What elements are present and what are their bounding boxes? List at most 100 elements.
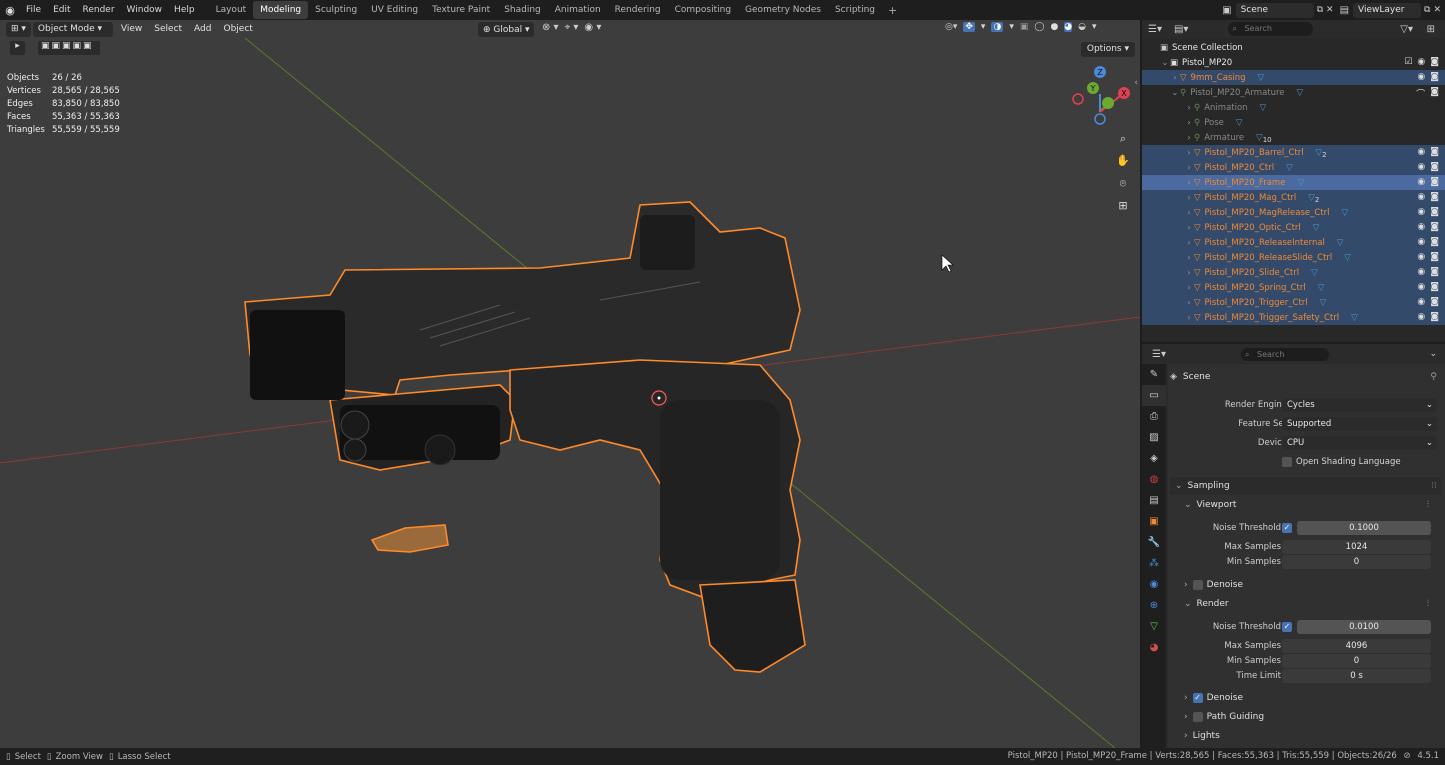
viewport-menu-add[interactable]: Add	[188, 24, 217, 34]
rendered-shading-icon[interactable]: ◒	[1078, 22, 1086, 32]
camera-icon[interactable]: ◙	[1430, 192, 1439, 202]
selection-mode-icons[interactable]: ▣▣▣▣▣	[38, 41, 100, 55]
menu-file[interactable]: File	[20, 0, 47, 20]
r-denoise-checkbox[interactable]: ✓	[1192, 693, 1203, 703]
snap-icon[interactable]: ⌖ ▾	[565, 22, 579, 37]
eye-icon[interactable]: ◉	[1417, 267, 1425, 277]
eye-icon[interactable]: ◉	[1417, 72, 1425, 82]
outliner-row[interactable]: › ▽ Pistol_MP20_Mag_Ctrl ▽ 2 ◉ ◙	[1142, 190, 1445, 205]
eye-icon[interactable]: ◉	[1417, 297, 1425, 307]
data-tab-icon[interactable]: ▽	[1142, 616, 1166, 637]
expand-icon[interactable]: ›	[1184, 148, 1194, 157]
checkbox-icon[interactable]: ☑	[1404, 57, 1412, 67]
sampling-panel-header[interactable]: ⌄ Sampling ⁞⁞	[1170, 477, 1441, 495]
workspace-tab-scripting[interactable]: Scripting	[828, 1, 882, 19]
select-tool-icon[interactable]: ▸	[10, 41, 25, 55]
overlay-toggle-icon[interactable]: ◑	[991, 22, 1004, 32]
camera-icon[interactable]: ◙	[1430, 87, 1439, 100]
expand-icon[interactable]: ›	[1184, 193, 1194, 202]
expand-icon[interactable]: ›	[1184, 298, 1194, 307]
scene-tab-icon[interactable]: ◈	[1142, 448, 1166, 469]
collection-tab-icon[interactable]: ▤	[1142, 490, 1166, 511]
zoom-icon[interactable]: ⌕	[1114, 130, 1132, 148]
eye-icon[interactable]: ◉	[1417, 147, 1425, 157]
options-button[interactable]: Options ▾	[1080, 42, 1135, 57]
eye-icon[interactable]: ◉	[1417, 177, 1425, 187]
gizmo-toggle-icon[interactable]: ✥	[963, 22, 975, 32]
constraints-tab-icon[interactable]: ⊕	[1142, 595, 1166, 616]
outliner-row[interactable]: › ▽ Pistol_MP20_ReleaseSlide_Ctrl ▽ ◉ ◙	[1142, 250, 1445, 265]
outliner-row[interactable]: › ⚲ Animation ▽	[1142, 100, 1445, 115]
expand-icon[interactable]: ›	[1184, 313, 1194, 322]
eye-icon[interactable]: ◉	[1417, 282, 1425, 292]
viewport-menu-view[interactable]: View	[115, 24, 148, 34]
expand-icon[interactable]: ›	[1170, 73, 1180, 82]
expand-icon[interactable]: ›	[1184, 223, 1194, 232]
visibility-icon[interactable]: ◎▾	[945, 22, 957, 32]
r-time-field[interactable]: 0 s	[1282, 669, 1431, 683]
camera-icon[interactable]: ◙	[1430, 177, 1439, 187]
pivot-icon[interactable]: ⊗ ▾	[542, 22, 559, 37]
sidebar-toggle-icon[interactable]: ‹	[1134, 78, 1138, 88]
menu-window[interactable]: Window	[121, 0, 169, 20]
camera-icon[interactable]: ◙	[1430, 72, 1439, 82]
osl-checkbox[interactable]	[1282, 457, 1292, 467]
outliner-row[interactable]: › ▽ Pistol_MP20_Frame ▽ ◉ ◙	[1142, 175, 1445, 190]
workspace-tab-layout[interactable]: Layout	[209, 1, 254, 19]
solid-shading-icon[interactable]: ●	[1050, 22, 1058, 32]
viewlayer-selector[interactable]: ViewLayer	[1353, 2, 1422, 18]
feature-set-select[interactable]: Supported ⌄	[1282, 417, 1437, 431]
outliner-row[interactable]: › ⚲ Armature ▽ 10	[1142, 130, 1445, 145]
material-tab-icon[interactable]: ◕	[1142, 637, 1166, 658]
eye-icon[interactable]: ◉	[1417, 222, 1425, 232]
gizmo-dropdown-icon[interactable]: ▾	[981, 22, 986, 32]
outliner-scene-collection[interactable]: ▣ Scene Collection	[1142, 40, 1445, 55]
osl-row[interactable]: Open Shading Language	[1282, 454, 1442, 470]
outliner-row[interactable]: › ▽ Pistol_MP20_Ctrl ▽ ◉ ◙	[1142, 160, 1445, 175]
tool-tab-icon[interactable]: ✎	[1142, 364, 1166, 385]
camera-icon[interactable]: ◙	[1430, 147, 1439, 157]
expand-icon[interactable]: ›	[1184, 253, 1194, 262]
proportional-edit-icon[interactable]: ◉ ▾	[584, 22, 601, 37]
presets-icon[interactable]: ⫶	[1427, 500, 1429, 510]
outliner-row[interactable]: › ▽ 9mm_Casing ▽ ◉ ◙	[1142, 70, 1445, 85]
new-viewlayer-icon[interactable]: ⧉	[1424, 5, 1430, 15]
workspace-tab-animation[interactable]: Animation	[548, 1, 608, 19]
material-shading-icon[interactable]: ◕	[1064, 22, 1073, 32]
render-subpanel-header[interactable]: ⌄ Render ⫶	[1170, 595, 1441, 613]
viewport-subpanel-header[interactable]: ⌄ Viewport ⫶	[1170, 496, 1441, 514]
r-denoise-header[interactable]: › ✓ Denoise	[1170, 689, 1441, 707]
editor-type-button[interactable]: ⊞ ▾	[6, 21, 31, 37]
viewlayer-icon[interactable]: ▤	[1340, 5, 1349, 16]
physics-tab-icon[interactable]: ◉	[1142, 574, 1166, 595]
vp-denoise-checkbox[interactable]	[1192, 580, 1203, 590]
render-engine-select[interactable]: Cycles ⌄	[1282, 398, 1437, 412]
properties-options-icon[interactable]: ⌄	[1429, 349, 1437, 359]
viewport-menu-select[interactable]: Select	[148, 24, 188, 34]
outliner-row[interactable]: › ▽ Pistol_MP20_Optic_Ctrl ▽ ◉ ◙	[1142, 220, 1445, 235]
workspace-tab-rendering[interactable]: Rendering	[608, 1, 668, 19]
eye-icon[interactable]: ◉	[1417, 252, 1425, 262]
menu-render[interactable]: Render	[77, 0, 121, 20]
outliner-row[interactable]: › ▽ Pistol_MP20_Slide_Ctrl ▽ ◉ ◙	[1142, 265, 1445, 280]
camera-icon[interactable]: ◙	[1430, 222, 1439, 232]
outliner-row[interactable]: › ▽ Pistol_MP20_Trigger_Ctrl ▽ ◉ ◙	[1142, 295, 1445, 310]
shading-dropdown-icon[interactable]: ▾	[1092, 22, 1097, 32]
expand-icon[interactable]: ›	[1184, 208, 1194, 217]
object-tab-icon[interactable]: ▣	[1142, 511, 1166, 532]
xray-icon[interactable]: ▣	[1020, 22, 1029, 32]
expand-icon[interactable]: ⌄	[1160, 58, 1170, 67]
outliner-row[interactable]: › ▽ Pistol_MP20_Trigger_Safety_Ctrl ▽ ◉ ◙	[1142, 310, 1445, 325]
camera-icon[interactable]: ◙	[1430, 237, 1439, 247]
expand-icon[interactable]: ›	[1184, 268, 1194, 277]
outliner-row[interactable]: › ▽ Pistol_MP20_ReleaseInternal ▽ ◉ ◙	[1142, 235, 1445, 250]
vp-denoise-header[interactable]: › Denoise	[1170, 576, 1441, 594]
r-min-field[interactable]: 0	[1282, 654, 1431, 668]
workspace-tab-modeling[interactable]: Modeling	[253, 1, 309, 19]
workspace-tab-sculpting[interactable]: Sculpting	[308, 1, 364, 19]
pan-hand-icon[interactable]: ✋	[1114, 152, 1132, 170]
workspace-tab-uv-editing[interactable]: UV Editing	[364, 1, 425, 19]
outliner-row[interactable]: › ▽ Pistol_MP20_Spring_Ctrl ▽ ◉ ◙	[1142, 280, 1445, 295]
particles-tab-icon[interactable]: ⁂	[1142, 553, 1166, 574]
output-tab-icon[interactable]: ⎙	[1142, 406, 1166, 427]
